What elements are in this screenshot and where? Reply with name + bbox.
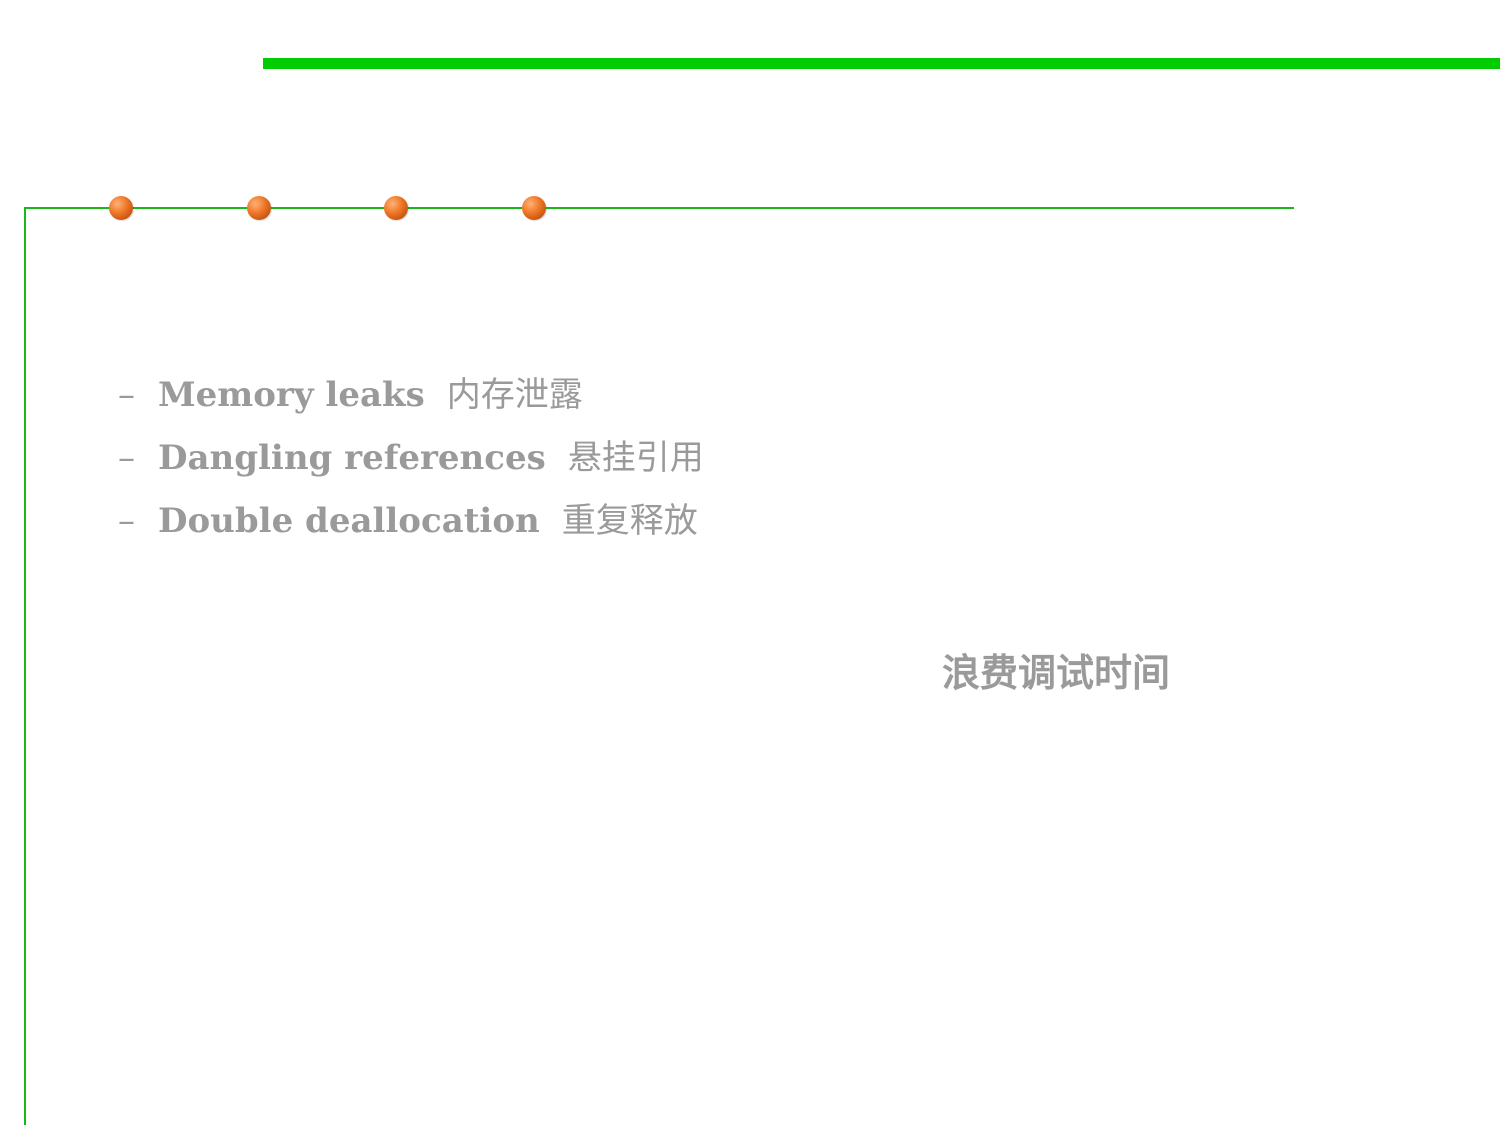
bullet-item-dangling-references: – Dangling references 悬挂引用 bbox=[118, 433, 704, 496]
horizontal-rule bbox=[24, 207, 1294, 209]
bullet-text-en: Dangling references bbox=[158, 438, 546, 478]
debug-time-note: 浪费调试时间 bbox=[942, 651, 1171, 695]
bullet-text-cn: 重复释放 bbox=[561, 501, 698, 541]
bullet-dash: – bbox=[118, 438, 135, 478]
bullet-item-double-deallocation: – Double deallocation 重复释放 bbox=[118, 496, 704, 559]
bullet-text-en: Double deallocation bbox=[158, 501, 540, 541]
bullet-list: – Memory leaks 内存泄露 – Dangling references 悬挂… bbox=[118, 370, 704, 559]
bullet-item-memory-leaks: – Memory leaks 内存泄露 bbox=[118, 370, 704, 433]
bullet-text-cn: 悬挂引用 bbox=[567, 438, 704, 478]
orange-dot-3 bbox=[384, 196, 408, 220]
orange-dot-1 bbox=[109, 196, 133, 220]
bullet-dash: – bbox=[118, 375, 135, 415]
top-accent-bar bbox=[263, 58, 1500, 69]
vertical-rule bbox=[24, 207, 26, 1125]
bullet-text-en: Memory leaks bbox=[158, 375, 425, 415]
bullet-text-cn: 内存泄露 bbox=[446, 375, 583, 415]
orange-dot-4 bbox=[522, 196, 546, 220]
bullet-dash: – bbox=[118, 501, 135, 541]
orange-dot-2 bbox=[247, 196, 271, 220]
